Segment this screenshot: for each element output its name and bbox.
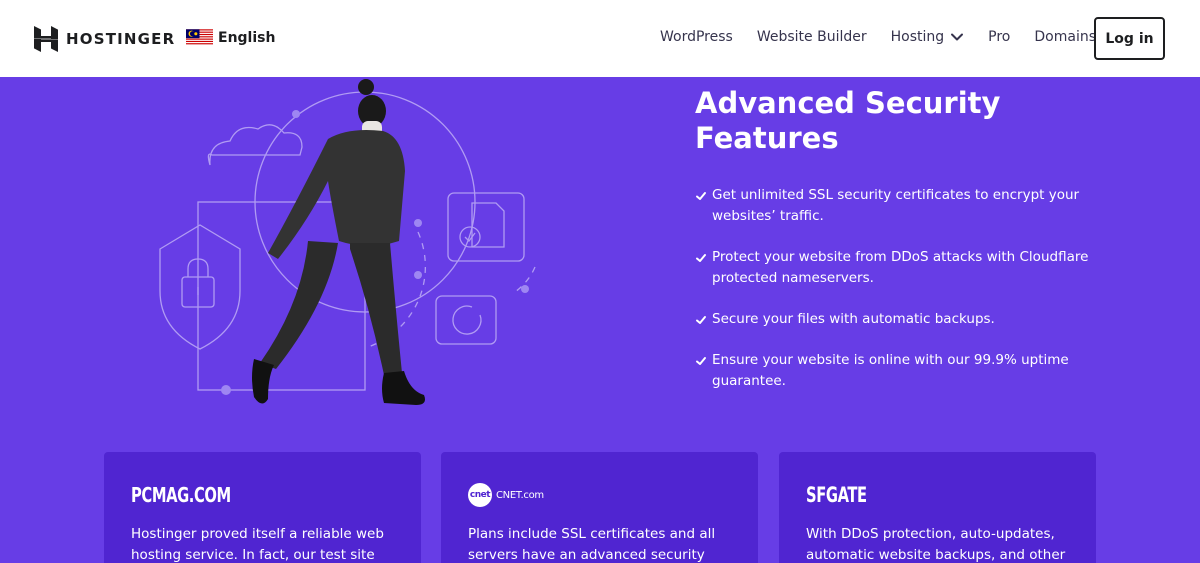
- features-list: Get unlimited SSL security certificates …: [695, 185, 1095, 412]
- feature-text-line1: Protect your website from DDoS attacks w…: [712, 249, 1089, 265]
- hostinger-logo[interactable]: HOSTINGER: [34, 26, 175, 52]
- features-heading: Advanced Security Features: [695, 86, 1135, 156]
- check-icon: [696, 192, 706, 200]
- feature-text-line1: Get unlimited SSL security certificates …: [712, 187, 1080, 203]
- review-text-line1: With DDoS protection, auto-updates,: [806, 526, 1055, 542]
- nav-wordpress-label: WordPress: [660, 29, 733, 45]
- feature-text-line1: Secure your files with automatic backups…: [712, 311, 995, 327]
- nav-hosting-label: Hosting: [890, 29, 945, 45]
- cnet-brand-text: CNET.com: [496, 489, 544, 501]
- chevron-down-icon: [951, 33, 964, 41]
- sfgate-logo: SFGATE: [806, 480, 1069, 510]
- nav-wordpress[interactable]: WordPress: [660, 29, 733, 45]
- refresh-icon: [435, 295, 497, 345]
- feature-text-line1: Ensure your website is online with our 9…: [712, 352, 1069, 368]
- review-text-line2: automatic website backups, and other: [806, 547, 1066, 563]
- feature-item: Get unlimited SSL security certificates …: [695, 185, 1095, 227]
- features-heading-line1: Advanced Security: [695, 86, 1001, 120]
- review-card-sfgate: SFGATE With DDoS protection, auto-update…: [779, 452, 1096, 563]
- language-label: English: [218, 29, 276, 46]
- review-text-line1: Hostinger proved itself a reliable web: [131, 526, 384, 542]
- nav-hosting[interactable]: Hosting: [891, 29, 965, 45]
- review-card-pcmag: PCMAG.COM Hostinger proved itself a reli…: [104, 452, 421, 563]
- nav-website-builder[interactable]: Website Builder: [757, 29, 867, 45]
- review-text-line2: servers have an advanced security: [468, 547, 705, 563]
- check-icon: [696, 316, 706, 324]
- nav-pro[interactable]: Pro: [988, 29, 1010, 45]
- nav-domains-label: Domains: [1034, 29, 1096, 45]
- language-selector[interactable]: English: [186, 29, 275, 46]
- sfgate-brand-text: SFGATE: [806, 483, 867, 507]
- hostinger-logo-icon: [34, 26, 58, 52]
- shield-icon: [159, 224, 241, 350]
- pcmag-logo: PCMAG.COM: [131, 480, 394, 510]
- main-nav: WordPress Website Builder Hosting Pro Do…: [660, 29, 1120, 45]
- login-button[interactable]: Log in: [1094, 17, 1165, 60]
- features-heading-line2: Features: [695, 121, 839, 155]
- pcmag-brand-text: PCMAG.COM: [131, 483, 231, 507]
- check-icon: [696, 254, 706, 262]
- feature-text-line2: websites’ traffic.: [712, 208, 824, 224]
- cnet-logo-icon: cnet: [468, 483, 492, 507]
- nav-domains[interactable]: Domains: [1034, 29, 1096, 45]
- feature-text-line2: guarantee.: [712, 373, 786, 389]
- review-text-line1: Plans include SSL certificates and all: [468, 526, 716, 542]
- cloud-icon: [207, 124, 303, 166]
- cnet-logo: cnet CNET.com: [468, 480, 731, 510]
- check-icon: [696, 357, 706, 365]
- malaysia-flag-icon: [186, 29, 213, 46]
- review-text-line2: hosting service. In fact, our test site: [131, 547, 375, 563]
- nav-website-builder-label: Website Builder: [756, 29, 867, 45]
- feature-item: Ensure your website is online with our 9…: [695, 350, 1095, 392]
- feature-item: Protect your website from DDoS attacks w…: [695, 247, 1095, 289]
- security-illustration: [159, 79, 536, 405]
- logo-text: HOSTINGER: [66, 30, 176, 48]
- feature-text-line2: protected nameservers.: [712, 270, 874, 286]
- feature-item: Secure your files with automatic backups…: [695, 309, 1095, 330]
- nav-pro-label: Pro: [988, 29, 1011, 45]
- top-navigation-bar: HOSTINGER English WordPress Website Buil…: [0, 0, 1200, 77]
- review-card-cnet: cnet CNET.com Plans include SSL certific…: [441, 452, 758, 563]
